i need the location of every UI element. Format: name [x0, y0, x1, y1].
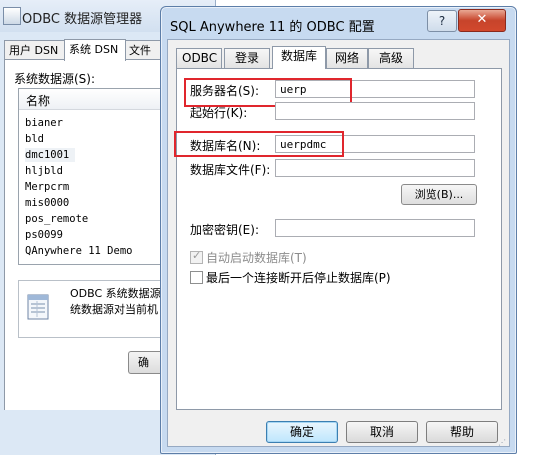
encryption-key-label: 加密密钥(E): [190, 223, 259, 237]
auto-start-label: 自动启动数据库(T) [206, 251, 307, 265]
start-line-label: 起始行(K): [190, 106, 248, 120]
column-header-name: 名称 [26, 94, 51, 108]
stop-after-disconnect-label: 最后一个连接断开后停止数据库(P) [206, 271, 391, 285]
ok-button[interactable]: 确定 [266, 421, 338, 443]
list-item[interactable]: dmc1001 [25, 148, 76, 162]
dialog-title: SQL Anywhere 11 的 ODBC 配置 [170, 20, 375, 35]
list-item[interactable]: hljbld [25, 164, 63, 178]
database-file-input[interactable] [275, 159, 475, 177]
cancel-button[interactable]: 取消 [346, 421, 418, 443]
list-item[interactable]: bld [25, 132, 44, 146]
check-mark-icon: ✓ [192, 249, 202, 262]
title-help-button[interactable]: ? [427, 10, 457, 32]
auto-start-checkbox[interactable]: ✓ [190, 249, 203, 264]
database-name-highlight [174, 131, 344, 157]
browse-button[interactable]: 浏览(B)... [401, 184, 477, 205]
start-line-input[interactable] [275, 102, 475, 120]
tab-odbc[interactable]: ODBC [176, 48, 222, 68]
encryption-key-input[interactable] [275, 219, 475, 237]
tab-database[interactable]: 数据库 [272, 46, 326, 69]
help-button[interactable]: 帮助 [426, 421, 498, 443]
tab-advanced[interactable]: 高级 [368, 48, 414, 68]
odbc-app-icon [3, 7, 21, 25]
system-data-sources-label: 系统数据源(S): [14, 72, 96, 86]
list-item[interactable]: mis0000 [25, 196, 69, 210]
info-text-line1: ODBC 系统数据源 [70, 287, 161, 300]
tab-network[interactable]: 网络 [326, 48, 368, 68]
close-button[interactable]: ✕ [458, 9, 506, 32]
database-file-label: 数据库文件(F): [190, 163, 271, 177]
list-item[interactable]: pos_remote [25, 212, 88, 226]
info-text-line2: 统数据源对当前机 [70, 303, 158, 316]
odbc-admin-title: ODBC 数据源管理器 [22, 12, 143, 27]
list-item[interactable]: ps0099 [25, 228, 63, 242]
data-source-icon [27, 294, 49, 320]
tab-login[interactable]: 登录 [224, 48, 270, 68]
list-item[interactable]: QAnywhere 11 Demo [25, 244, 132, 258]
tab-user-dsn[interactable]: 用户 DSN [4, 40, 66, 60]
stop-after-disconnect-checkbox[interactable] [190, 271, 203, 284]
list-item[interactable]: bianer [25, 116, 63, 130]
dsn-info-text: ODBC 系统数据源 统数据源对当前机 [70, 286, 161, 318]
tab-system-dsn[interactable]: 系统 DSN [64, 39, 126, 61]
resize-grip-icon[interactable]: ⋰ [498, 438, 508, 448]
list-item[interactable]: Merpcrm [25, 180, 69, 194]
odbc-admin-ok-label: 确 [138, 356, 149, 369]
